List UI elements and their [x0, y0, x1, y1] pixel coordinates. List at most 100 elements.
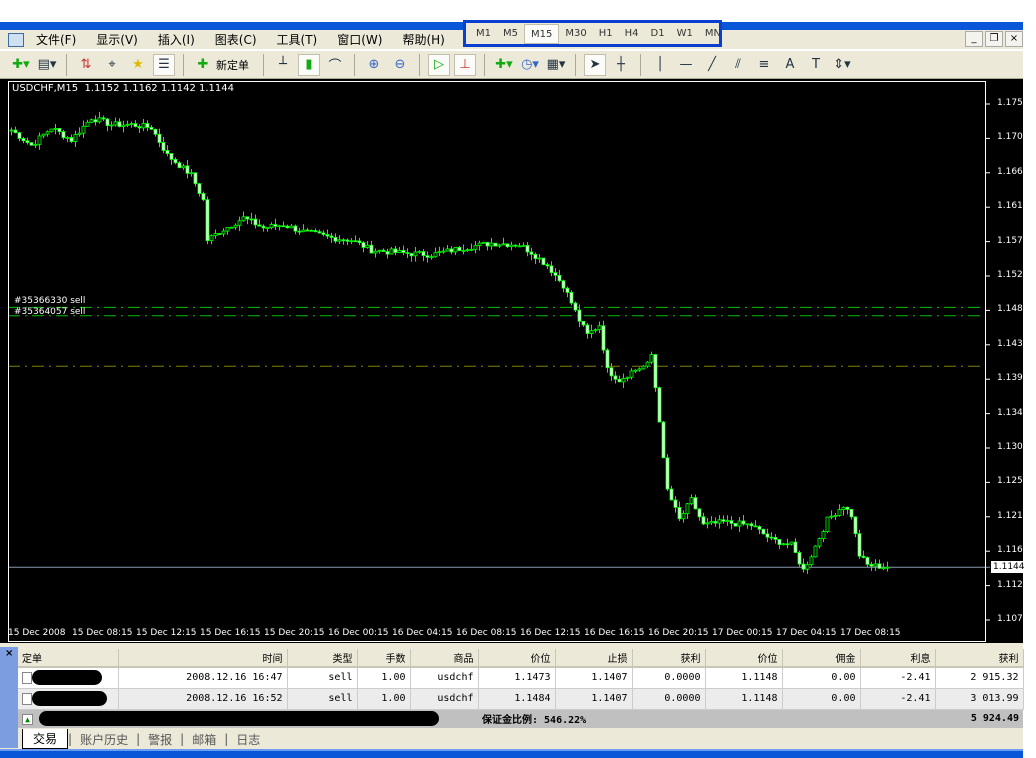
order-icon: [22, 671, 32, 684]
tab-1[interactable]: 账户历史: [72, 731, 136, 748]
menu-help[interactable]: 帮助(H): [402, 31, 444, 48]
auto-scroll-icon[interactable]: ▷: [428, 53, 450, 76]
crosshair-icon[interactable]: ┼: [610, 54, 632, 76]
minimize-button[interactable]: _: [965, 31, 983, 47]
column-header[interactable]: 手数: [357, 649, 411, 668]
timeframe-m15[interactable]: M15: [524, 23, 560, 44]
arrows-icon[interactable]: ⇕▾: [831, 54, 853, 76]
indicators-icon[interactable]: ✚▾: [493, 54, 515, 76]
timeframe-m1[interactable]: M1: [470, 24, 497, 44]
price-tick-label: 1.1615: [997, 201, 1029, 212]
price-tick-label: 1.1165: [997, 545, 1029, 556]
market-watch-icon[interactable]: ⇅: [75, 54, 97, 76]
table-cell: 0.00: [782, 667, 861, 689]
chart-frame: [8, 81, 986, 642]
chart-shift-icon[interactable]: ⊥: [454, 53, 476, 76]
time-tick-label: 16 Dec 00:15: [328, 628, 389, 638]
table-cell: 2008.12.16 16:52: [118, 688, 288, 710]
price-tick-label: 1.1570: [997, 235, 1029, 246]
zoom-out-icon[interactable]: ⊖: [389, 54, 411, 76]
fibonacci-icon[interactable]: ≡: [753, 54, 775, 76]
price-tick-label: 1.1345: [997, 407, 1029, 418]
terminal-close-button[interactable]: ×: [5, 648, 13, 659]
table-cell: usdchf: [410, 667, 479, 689]
price-tick-label: 1.1525: [997, 270, 1029, 280]
timeframe-h1[interactable]: H1: [593, 24, 619, 44]
table-cell: 1.1473: [478, 667, 556, 689]
equidistant-channel-icon[interactable]: ⫽: [727, 54, 749, 76]
column-header[interactable]: 价位: [478, 649, 556, 668]
time-tick-label: 17 Dec 04:15: [776, 628, 837, 638]
menu-insert[interactable]: 插入(I): [158, 31, 195, 48]
column-header[interactable]: 价位: [705, 649, 783, 668]
new-chart-icon[interactable]: ✚▾: [10, 54, 32, 76]
new-order-button[interactable]: 新定单: [216, 57, 249, 73]
table-cell: 1.1148: [705, 667, 783, 689]
column-header[interactable]: 定单: [18, 649, 119, 668]
tab-4[interactable]: 日志: [228, 731, 268, 748]
table-cell: 1.00: [357, 688, 411, 710]
menu-view[interactable]: 显示(V): [96, 31, 138, 48]
table-row[interactable]: 2008.12.16 16:47 sell 1.00 usdchf 1.1473 1.14…: [18, 667, 1024, 689]
summary-balance: ▲: [18, 709, 478, 728]
tab-0[interactable]: 交易: [22, 729, 69, 749]
menu-file[interactable]: 文件(F): [36, 31, 76, 48]
horizontal-line-icon[interactable]: —: [675, 54, 697, 76]
time-tick-label: 15 Dec 20:15: [264, 628, 325, 638]
close-button[interactable]: ×: [1005, 31, 1023, 47]
table-cell: usdchf: [410, 688, 479, 710]
table-row[interactable]: 2008.12.16 16:52 sell 1.00 usdchf 1.1484 1.14…: [18, 688, 1024, 710]
timeframe-m5[interactable]: M5: [497, 24, 524, 44]
column-header[interactable]: 获利: [632, 649, 706, 668]
trendline-icon[interactable]: ╱: [701, 54, 723, 76]
data-window-icon[interactable]: ⌖: [101, 54, 123, 76]
table-cell: 2008.12.16 16:47: [118, 667, 288, 689]
timeframe-m30[interactable]: M30: [559, 24, 592, 44]
line-chart-icon[interactable]: ⌒: [324, 54, 346, 76]
terminal-icon[interactable]: ☰: [153, 53, 175, 76]
tab-2[interactable]: 警报: [140, 731, 180, 748]
vertical-line-icon[interactable]: │: [649, 54, 671, 76]
tab-3[interactable]: 邮箱: [184, 731, 224, 748]
navigator-icon[interactable]: ★: [127, 54, 149, 76]
timeframe-d1[interactable]: D1: [645, 24, 671, 44]
timeframe-w1[interactable]: W1: [671, 24, 699, 44]
column-header[interactable]: 类型: [287, 649, 358, 668]
text-icon[interactable]: A: [779, 54, 801, 76]
column-header[interactable]: 利息: [860, 649, 936, 668]
margin-level: 保证金比例: 546.22%: [478, 709, 935, 728]
restore-button[interactable]: ❐: [985, 31, 1003, 47]
time-tick-label: 17 Dec 00:15: [712, 628, 773, 638]
column-header[interactable]: 时间: [118, 649, 288, 668]
menu-window[interactable]: 窗口(W): [337, 31, 382, 48]
column-header[interactable]: 商品: [410, 649, 479, 668]
menu-tools[interactable]: 工具(T): [277, 31, 318, 48]
time-tick-label: 15 Dec 08:15: [72, 628, 133, 638]
text-label-icon[interactable]: T: [805, 54, 827, 76]
redacted-balance: [39, 711, 440, 727]
expand-icon[interactable]: ▲: [22, 713, 33, 725]
bar-chart-icon[interactable]: ┴: [272, 54, 294, 76]
order-line-label: #35364057 sell: [14, 306, 86, 317]
price-tick-label: 1.1255: [997, 476, 1029, 487]
timeframe-mn[interactable]: MN: [699, 24, 727, 44]
new-order-icon[interactable]: ✚: [192, 54, 214, 76]
templates-icon[interactable]: ▦▾: [545, 54, 567, 76]
price-tick-label: 1.1390: [997, 373, 1029, 384]
profiles-icon[interactable]: ▤▾: [36, 54, 58, 76]
order-cell: [18, 667, 119, 689]
price-tick-label: 1.1120: [997, 579, 1029, 590]
periods-icon[interactable]: ◷▾: [519, 54, 541, 76]
summary-row: ▲ 保证金比例: 546.22% 5 924.49: [18, 709, 1023, 728]
column-header[interactable]: 获利: [935, 649, 1024, 668]
column-header[interactable]: 佣金: [782, 649, 861, 668]
cursor-icon[interactable]: ➤: [584, 53, 606, 76]
menu-charts[interactable]: 图表(C): [215, 31, 257, 48]
table-cell: -2.41: [860, 667, 936, 689]
column-header[interactable]: 止损: [555, 649, 633, 668]
candlestick-icon[interactable]: ▮: [298, 53, 320, 76]
app-icon[interactable]: [8, 32, 24, 47]
timeframe-h4[interactable]: H4: [619, 24, 645, 44]
zoom-in-icon[interactable]: ⊕: [363, 54, 385, 76]
price-tick-label: 1.1210: [997, 510, 1029, 521]
